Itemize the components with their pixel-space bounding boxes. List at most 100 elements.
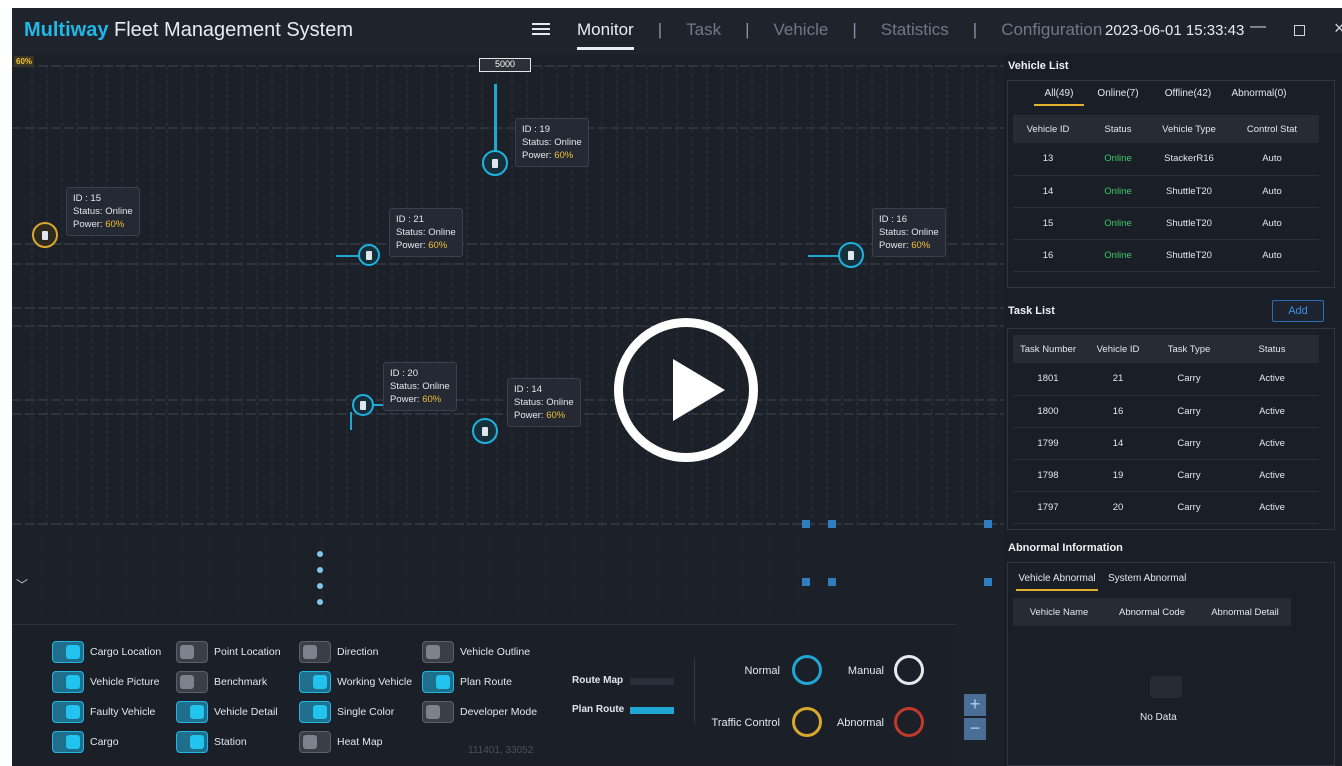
table-cell: Online (1083, 239, 1153, 272)
maximize-icon[interactable] (1294, 25, 1305, 36)
col-status: Status (1225, 335, 1319, 363)
table-cell: ShuttleT20 (1153, 175, 1225, 208)
vehicle-21-marker[interactable] (358, 244, 380, 266)
tab-system-abnormal[interactable]: System Abnormal (1108, 573, 1186, 584)
table-row[interactable]: 1801 21 Carry Active (1013, 363, 1319, 396)
table-row[interactable]: 14 Online ShuttleT20 Auto (1013, 175, 1319, 208)
option-heat-map[interactable]: Heat Map (299, 731, 383, 753)
table-cell: 19 (1083, 459, 1153, 492)
option-point-location[interactable]: Point Location (176, 641, 281, 663)
option-cargo-location[interactable]: Cargo Location (52, 641, 161, 663)
col-vehicle-type: Vehicle Type (1153, 115, 1225, 143)
tab-vehicle-abnormal[interactable]: Vehicle Abnormal (1016, 573, 1098, 591)
toggle-switch[interactable] (52, 701, 84, 723)
tab-task[interactable]: Task (676, 20, 731, 40)
option-working-vehicle[interactable]: Working Vehicle (299, 671, 412, 693)
tab-abnormal-vehicles[interactable]: Abnormal(0) (1230, 88, 1288, 99)
table-cell: Auto (1225, 143, 1319, 176)
add-task-button[interactable]: Add (1272, 300, 1324, 322)
toggle-switch[interactable] (176, 731, 208, 753)
vehicle-16-marker[interactable] (838, 242, 864, 268)
tab-statistics[interactable]: Statistics (871, 20, 959, 40)
table-cell: 13 (1013, 143, 1083, 176)
tab-all-vehicles[interactable]: All(49) (1034, 88, 1084, 106)
tab-offline-vehicles[interactable]: Offline(42) (1162, 88, 1214, 99)
table-cell: 1800 (1013, 395, 1083, 428)
plan-route-swatch (630, 707, 674, 714)
toggle-switch[interactable] (299, 671, 331, 693)
zoom-in-button[interactable]: + (964, 694, 986, 716)
vehicle-21-info: ID : 21 Status: Online Power: 60% (389, 208, 463, 257)
table-cell: Carry (1153, 491, 1225, 524)
toggle-switch[interactable] (176, 671, 208, 693)
option-vehicle-picture[interactable]: Vehicle Picture (52, 671, 159, 693)
no-data-text: No Data (1140, 712, 1177, 723)
vehicle-20-marker[interactable] (352, 394, 374, 416)
zoom-out-button[interactable]: − (964, 718, 986, 740)
table-row[interactable]: 1799 14 Carry Active (1013, 427, 1319, 460)
option-single-color[interactable]: Single Color (299, 701, 394, 723)
toggle-switch[interactable] (422, 641, 454, 663)
toggle-switch[interactable] (52, 671, 84, 693)
top-bar: Multiway Fleet Management System Monitor… (12, 8, 1342, 54)
toggle-switch[interactable] (52, 641, 84, 663)
vehicle-14-info: ID : 14 Status: Online Power: 60% (507, 378, 581, 427)
toggle-switch[interactable] (176, 701, 208, 723)
toggle-switch[interactable] (299, 701, 331, 723)
brand-name: Fleet Management System (108, 19, 354, 41)
manual-status-ring-icon (894, 655, 924, 685)
table-cell: 1797 (1013, 491, 1083, 524)
tab-monitor[interactable]: Monitor (567, 20, 644, 50)
option-benchmark[interactable]: Benchmark (176, 671, 267, 693)
col-task-number: Task Number (1013, 335, 1083, 363)
table-cell: 14 (1083, 427, 1153, 460)
option-label: Heat Map (337, 736, 383, 748)
table-row[interactable]: 13 Online StackerR16 Auto (1013, 143, 1319, 176)
table-cell: ShuttleT20 (1153, 239, 1225, 272)
table-cell: 1799 (1013, 427, 1083, 460)
option-label: Point Location (214, 646, 281, 658)
tab-configuration[interactable]: Configuration (991, 20, 1112, 40)
table-row[interactable]: 15 Online ShuttleT20 Auto (1013, 207, 1319, 240)
minimize-icon[interactable]: — (1248, 18, 1268, 36)
option-direction[interactable]: Direction (299, 641, 378, 663)
table-cell: 20 (1083, 491, 1153, 524)
toggle-switch[interactable] (299, 731, 331, 753)
table-cell: Carry (1153, 395, 1225, 428)
play-video-button[interactable] (614, 318, 758, 462)
option-label: Working Vehicle (337, 676, 413, 688)
table-row[interactable]: 1797 20 Carry Active (1013, 491, 1319, 524)
tab-vehicle[interactable]: Vehicle (764, 20, 839, 40)
option-developer-mode[interactable]: Developer Mode (422, 701, 537, 723)
option-faulty-vehicle[interactable]: Faulty Vehicle (52, 701, 155, 723)
table-row[interactable]: 16 Online ShuttleT20 Auto (1013, 239, 1319, 272)
datetime: 2023-06-01 15:33:43 (1105, 22, 1245, 39)
toggle-switch[interactable] (422, 701, 454, 723)
vehicle-14-marker[interactable] (472, 418, 498, 444)
chevron-down-icon[interactable]: ﹀ (16, 576, 28, 593)
option-plan-route[interactable]: Plan Route (422, 671, 512, 693)
hamburger-menu-icon[interactable] (532, 20, 550, 40)
toggle-switch[interactable] (299, 641, 331, 663)
tab-online-vehicles[interactable]: Online(7) (1096, 88, 1140, 99)
vehicle-15-marker[interactable] (32, 222, 58, 248)
option-station[interactable]: Station (176, 731, 247, 753)
toggle-switch[interactable] (176, 641, 208, 663)
table-row[interactable]: 1798 19 Carry Active (1013, 459, 1319, 492)
close-icon[interactable]: × (1334, 18, 1342, 39)
option-vehicle-detail[interactable]: Vehicle Detail (176, 701, 278, 723)
col-abnormal-detail: Abnormal Detail (1199, 598, 1291, 626)
option-cargo[interactable]: Cargo (52, 731, 119, 753)
toggle-switch[interactable] (52, 731, 84, 753)
table-cell: Auto (1225, 175, 1319, 208)
abnormal-info-panel (1007, 562, 1335, 766)
option-vehicle-outline[interactable]: Vehicle Outline (422, 641, 530, 663)
table-row[interactable]: 1800 16 Carry Active (1013, 395, 1319, 428)
option-label: Faulty Vehicle (90, 706, 156, 718)
status-abnormal-label: Abnormal (836, 717, 884, 729)
table-cell: Active (1225, 459, 1319, 492)
toggle-switch[interactable] (422, 671, 454, 693)
plan-route-line (350, 412, 352, 430)
vehicle-19-marker[interactable] (482, 150, 508, 176)
app-window: Multiway Fleet Management System Monitor… (12, 8, 1342, 766)
